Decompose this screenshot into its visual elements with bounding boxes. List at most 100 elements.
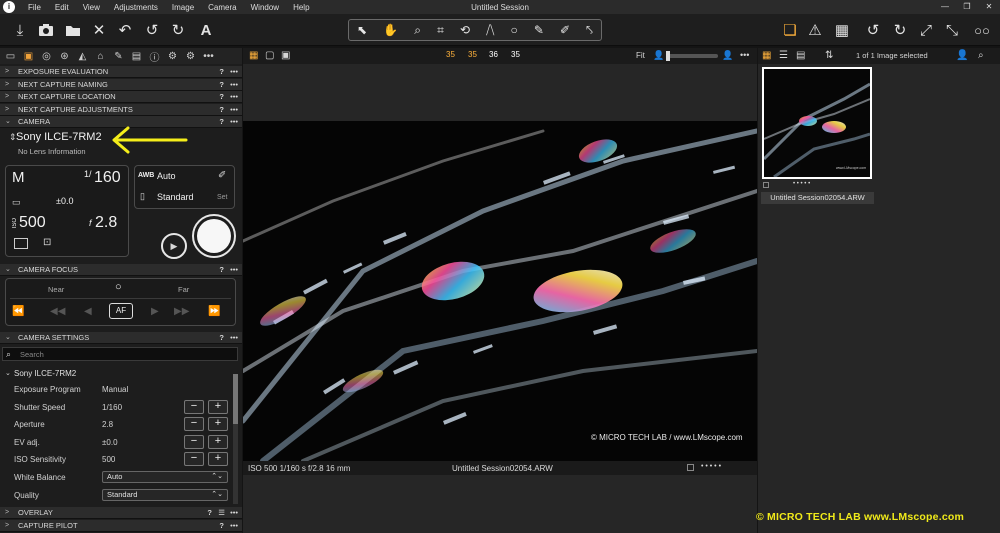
keystone-icon[interactable]: ⧸⧹ (486, 23, 494, 38)
help-icon[interactable]: ? (219, 79, 224, 91)
thumbnail-rating[interactable]: • • • • • (793, 181, 810, 187)
section-capture-pilot[interactable]: > CAPTURE PILOT ? ••• (0, 520, 242, 532)
eyedropper-icon[interactable]: ✐ (218, 170, 226, 181)
more-icon[interactable]: ••• (230, 116, 238, 128)
section-exposure-evaluation[interactable]: > EXPOSURE EVALUATION ? ••• (0, 66, 242, 78)
sort-icon[interactable]: ⇅ (825, 50, 833, 61)
menu-image[interactable]: Image (165, 3, 201, 12)
proof-glasses-icon[interactable]: ○○ (970, 22, 994, 40)
quality-select[interactable]: Standard ⌃⌄ (102, 489, 228, 501)
overlay-list-icon[interactable]: ☰ (218, 507, 225, 519)
aperture-increase-button[interactable]: + (208, 417, 228, 431)
focus-near-large-icon[interactable]: ⏪ (12, 306, 24, 317)
zoom-fit-label[interactable]: Fit (636, 51, 645, 60)
section-overlay[interactable]: > OVERLAY ? ☰ ••• (0, 507, 242, 519)
iso-value[interactable]: 500 (19, 214, 46, 232)
more-icon[interactable]: ••• (230, 264, 238, 276)
pan-hand-icon[interactable]: ✋ (383, 23, 398, 37)
viewer-more-icon[interactable]: ••• (740, 50, 749, 60)
color-tag-icon[interactable] (687, 464, 694, 471)
section-camera-focus[interactable]: ⌄ CAMERA FOCUS ? ••• (0, 264, 242, 276)
quality-value[interactable]: Standard (157, 192, 194, 202)
expand-icon[interactable]: ⤢ (917, 22, 935, 40)
thumbnail-view-icon[interactable]: ▦ (762, 50, 771, 61)
help-icon[interactable]: ? (207, 507, 212, 519)
menu-edit[interactable]: Edit (48, 3, 76, 12)
reset-icon[interactable]: ↶ (116, 22, 134, 40)
thumbnail[interactable] (762, 67, 872, 179)
proof-view-icon[interactable]: ▣ (281, 50, 290, 61)
exposure-tab-icon[interactable]: ◭ (75, 51, 90, 62)
focus-far-small-icon[interactable]: ▶ (151, 306, 159, 317)
ev-value[interactable]: ±0.0 (56, 196, 73, 206)
menu-adjustments[interactable]: Adjustments (107, 3, 165, 12)
focus-far-medium-icon[interactable]: ▶▶ (174, 306, 189, 317)
section-next-capture-naming[interactable]: > NEXT CAPTURE NAMING ? ••• (0, 79, 242, 91)
single-view-icon[interactable]: ▢ (265, 50, 274, 61)
more-icon[interactable]: ••• (230, 507, 238, 519)
color-picker-icon[interactable]: ✐ (560, 23, 570, 37)
shutter-release-button[interactable] (192, 214, 236, 258)
shutter-decrease-button[interactable]: − (184, 400, 204, 414)
maximize-button[interactable]: ❐ (956, 0, 978, 14)
capture-camera-icon[interactable] (37, 22, 55, 40)
help-icon[interactable]: ? (219, 264, 224, 276)
rotate-right-icon[interactable]: ↻ (891, 22, 909, 40)
library-tab-icon[interactable]: ▭ (3, 51, 18, 62)
grid-icon[interactable]: ▦ (833, 22, 851, 40)
loupe-icon[interactable]: ⌕ (414, 23, 421, 38)
section-next-capture-adjustments[interactable]: > NEXT CAPTURE ADJUSTMENTS ? ••• (0, 104, 242, 116)
redo-icon[interactable]: ↻ (169, 22, 187, 40)
rotate-icon[interactable]: ⟲ (460, 23, 470, 37)
crop-icon[interactable]: ⌗ (437, 23, 444, 38)
help-icon[interactable]: ? (219, 104, 224, 116)
section-next-capture-location[interactable]: > NEXT CAPTURE LOCATION ? ••• (0, 91, 242, 103)
browser-search-icon[interactable]: ⌕ (978, 50, 984, 61)
video-record-button[interactable]: ▶ (161, 233, 187, 259)
close-window-button[interactable]: ✕ (978, 0, 1000, 14)
camera-model[interactable]: Sony ILCE-7RM2 (16, 131, 102, 143)
help-icon[interactable]: ? (219, 116, 224, 128)
help-icon[interactable]: ? (219, 520, 224, 532)
lens-tab-icon[interactable]: ◎ (39, 51, 54, 62)
focus-near-small-icon[interactable]: ◀ (84, 306, 92, 317)
minimize-button[interactable]: — (934, 0, 956, 14)
main-image[interactable]: © MICRO TECH LAB / www.LMscope.com (243, 121, 757, 461)
warning-icon[interactable]: ⚠ (806, 22, 824, 40)
import-icon[interactable]: ⤓ (11, 22, 29, 40)
help-icon[interactable]: ? (219, 332, 224, 344)
help-icon[interactable]: ? (219, 66, 224, 78)
select-cursor-icon[interactable]: ⬉ (357, 23, 367, 37)
autofocus-button[interactable]: AF (109, 303, 133, 319)
variants-stack-icon[interactable]: ❏ (781, 22, 799, 40)
color-tab-icon[interactable]: ⊛ (57, 51, 72, 62)
output-tab-icon[interactable]: ⚙ (165, 51, 180, 62)
metadata-tab-icon[interactable]: ⓘ (147, 49, 162, 64)
focus-near-medium-icon[interactable]: ◀◀ (50, 306, 65, 317)
aperture-value[interactable]: 2.8 (95, 214, 117, 232)
rating-stars[interactable]: • • • • • (701, 463, 721, 470)
more-icon[interactable]: ••• (230, 520, 238, 532)
filmstrip-view-icon[interactable]: ▤ (796, 50, 805, 61)
undo-icon[interactable]: ↺ (143, 22, 161, 40)
more-icon[interactable]: ••• (230, 91, 238, 103)
open-folder-icon[interactable] (64, 22, 82, 40)
rotate-left-icon[interactable]: ↺ (864, 22, 882, 40)
ev-increase-button[interactable]: + (208, 435, 228, 449)
list-view-icon[interactable]: ☰ (779, 50, 788, 61)
menu-view[interactable]: View (76, 3, 107, 12)
iso-decrease-button[interactable]: − (184, 452, 204, 466)
shutter-increase-button[interactable]: + (208, 400, 228, 414)
shutter-speed[interactable]: 160 (94, 169, 121, 187)
help-icon[interactable]: ? (219, 91, 224, 103)
thumbnail-color-tag-icon[interactable] (763, 182, 769, 188)
batch-tab-icon[interactable]: ⚙ (183, 51, 198, 62)
multi-view-icon[interactable]: ▦ (249, 50, 258, 61)
aspect-frame-icon[interactable] (14, 238, 28, 249)
ev-decrease-button[interactable]: − (184, 435, 204, 449)
collapse-icon[interactable]: ⤡ (943, 22, 961, 40)
exposure-mode[interactable]: M (12, 169, 25, 186)
brush-icon[interactable]: ✎ (534, 23, 544, 37)
delete-icon[interactable]: ✕ (90, 22, 108, 40)
white-balance-value[interactable]: Auto (157, 171, 176, 181)
